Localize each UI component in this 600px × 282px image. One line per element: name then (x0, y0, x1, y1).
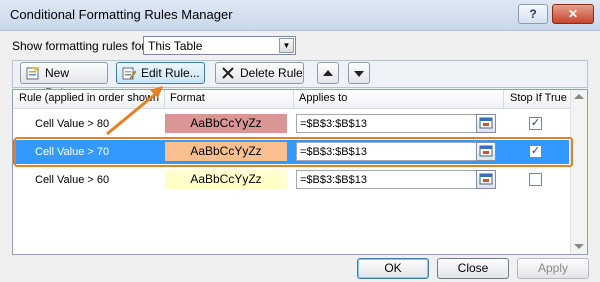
ok-button[interactable]: OK (357, 258, 429, 279)
callout-arrow-icon (106, 86, 163, 136)
close-button[interactable]: Close (437, 258, 509, 279)
rules-manager-dialog: Conditional Formatting Rules Manager ? ✕… (0, 0, 600, 282)
apply-button[interactable]: Apply (517, 258, 589, 279)
